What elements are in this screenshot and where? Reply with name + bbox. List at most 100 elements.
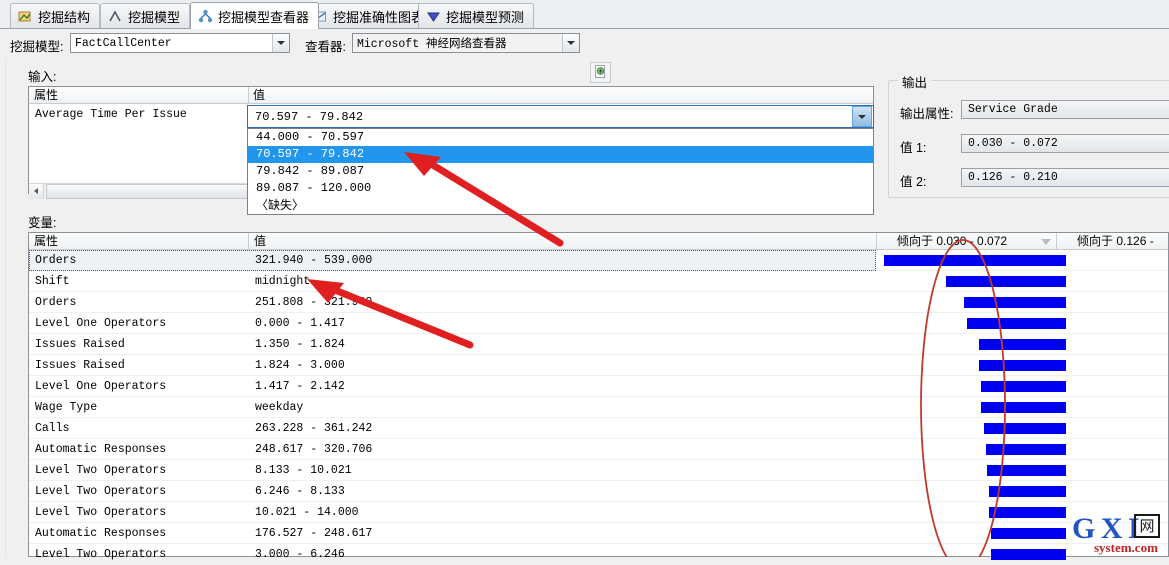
favors-bar [981, 402, 1066, 413]
input-section-label: 输入: [28, 70, 57, 84]
var-col-favors-1[interactable]: 倾向于 0.030 - 0.072 [877, 233, 1057, 250]
prediction-icon [426, 9, 441, 24]
input-value-combo[interactable]: 70.597 - 79.842 [247, 105, 874, 128]
table-row[interactable]: Shift midnight [29, 271, 1168, 292]
viewer-label: 查看器: [305, 40, 346, 54]
output-value2-field[interactable]: 0.126 - 0.210 [961, 168, 1169, 187]
row-attribute: Automatic Responses [35, 527, 167, 540]
row-attribute: Issues Raised [35, 359, 125, 372]
tab-strip: 挖掘结构 挖掘模型 挖掘模型查看器 挖掘准确性图表 挖掘模型预测 [0, 0, 1169, 29]
row-attribute: Level Two Operators [35, 485, 167, 498]
favors-bar [989, 486, 1066, 497]
viewer-combo[interactable]: Microsoft 神经网络查看器 [352, 33, 580, 53]
row-attribute: Calls [35, 422, 70, 435]
table-row[interactable]: Level Two Operators 8.133 - 10.021 [29, 460, 1168, 481]
row-value: 0.000 - 1.417 [255, 317, 345, 330]
row-value: 321.940 - 539.000 [255, 254, 373, 267]
table-row[interactable]: Level Two Operators 3.000 - 6.246 [29, 544, 1168, 565]
row-attribute: Orders [35, 254, 77, 267]
row-value: 10.021 - 14.000 [255, 506, 359, 519]
table-row[interactable]: Orders 251.808 - 321.940 [29, 292, 1168, 313]
watermark: G X I 网 system.com [1072, 512, 1168, 556]
favors-bar [987, 465, 1066, 476]
left-rail [0, 29, 6, 557]
mining-model-combo[interactable]: FactCallCenter [70, 33, 290, 53]
dropdown-option-selected[interactable]: 70.597 - 79.842 [248, 146, 873, 163]
tab-mining-model-prediction[interactable]: 挖掘模型预测 [418, 3, 535, 28]
table-row[interactable]: Wage Type weekday [29, 397, 1168, 418]
output-attribute-value[interactable]: Service Grade [961, 100, 1169, 119]
table-row[interactable]: Level One Operators 1.417 - 2.142 [29, 376, 1168, 397]
table-row[interactable]: Issues Raised 1.824 - 3.000 [29, 355, 1168, 376]
favors-bar [979, 360, 1066, 371]
table-row[interactable]: Calls 263.228 - 361.242 [29, 418, 1168, 439]
favors-bar [946, 276, 1066, 287]
favors-bar [979, 339, 1066, 350]
scroll-left-button[interactable] [29, 183, 44, 199]
row-attribute: Level One Operators [35, 380, 167, 393]
output-value2-label: 值 2: [900, 175, 927, 189]
table-row[interactable]: Orders 321.940 - 539.000 [29, 250, 1168, 271]
row-attribute: Automatic Responses [35, 443, 167, 456]
row-value: 8.133 - 10.021 [255, 464, 352, 477]
table-row[interactable]: Level Two Operators 6.246 - 8.133 [29, 481, 1168, 502]
input-grid-header: 属性 值 [29, 87, 873, 104]
chevron-down-icon[interactable] [562, 34, 579, 52]
output-value1-field[interactable]: 0.030 - 0.072 [961, 134, 1169, 153]
refresh-button[interactable] [590, 62, 611, 83]
tab-label: 挖掘模型 [128, 9, 181, 25]
row-bar-cell [877, 355, 1169, 376]
table-row[interactable]: Automatic Responses 176.527 - 248.617 [29, 523, 1168, 544]
dropdown-option-missing[interactable]: 〈缺失〉 [248, 197, 873, 214]
table-row[interactable]: Issues Raised 1.350 - 1.824 [29, 334, 1168, 355]
output-section-label: 输出 [898, 72, 932, 91]
row-attribute: Level Two Operators [35, 548, 167, 561]
mining-model-label: 挖掘模型: [10, 40, 64, 54]
row-value: 1.350 - 1.824 [255, 338, 345, 351]
row-value: 251.808 - 321.940 [255, 296, 373, 309]
table-row[interactable]: Level Two Operators 10.021 - 14.000 [29, 502, 1168, 523]
row-bar-cell [877, 271, 1169, 292]
row-attribute: Issues Raised [35, 338, 125, 351]
row-bar-cell [877, 334, 1169, 355]
row-bar-cell [877, 481, 1169, 502]
row-value: weekday [255, 401, 304, 414]
chevron-down-icon[interactable] [852, 106, 872, 127]
dropdown-option[interactable]: 44.000 - 70.597 [248, 129, 873, 146]
input-col-value: 值 [253, 88, 266, 102]
sort-descending-icon[interactable] [1041, 239, 1051, 245]
tab-mining-model-viewer[interactable]: 挖掘模型查看器 [190, 2, 320, 29]
dropdown-option[interactable]: 89.087 - 120.000 [248, 180, 873, 197]
favors-bar [991, 528, 1066, 539]
row-value: midnight [255, 275, 311, 288]
favors-bar [884, 255, 1066, 266]
var-col-favors-2[interactable]: 倾向于 0.126 - [1057, 233, 1169, 250]
var-col-attribute[interactable]: 属性 [29, 233, 248, 250]
favors-bar [989, 507, 1066, 518]
refresh-document-icon [593, 64, 608, 82]
chevron-down-icon[interactable] [272, 34, 289, 52]
var-col-value[interactable]: 值 [249, 233, 876, 250]
tab-mining-model[interactable]: 挖掘模型 [100, 3, 191, 28]
watermark-cn-glyph: 网 [1134, 514, 1160, 538]
output-attribute-label: 输出属性: [900, 107, 954, 121]
table-row[interactable]: Level One Operators 0.000 - 1.417 [29, 313, 1168, 334]
tab-label: 挖掘模型查看器 [218, 9, 310, 25]
row-bar-cell [877, 460, 1169, 481]
input-value-dropdown-list[interactable]: 44.000 - 70.597 70.597 - 79.842 79.842 -… [247, 128, 874, 215]
tab-mining-structure[interactable]: 挖掘结构 [10, 3, 101, 28]
favors-bar [981, 381, 1066, 392]
row-value: 263.228 - 361.242 [255, 422, 373, 435]
favors-bar [991, 549, 1066, 560]
structure-icon [18, 9, 33, 24]
dropdown-option[interactable]: 79.842 - 89.087 [248, 163, 873, 180]
row-bar-cell [877, 439, 1169, 460]
viewer-icon [198, 9, 213, 24]
variables-section-label: 变量: [28, 216, 57, 230]
tab-label: 挖掘结构 [38, 9, 91, 25]
tab-mining-accuracy-chart[interactable]: 挖掘准确性图表 [305, 3, 435, 28]
row-bar-cell [877, 418, 1169, 439]
favors-bar [964, 297, 1066, 308]
row-bar-cell [877, 250, 1169, 271]
table-row[interactable]: Automatic Responses 248.617 - 320.706 [29, 439, 1168, 460]
